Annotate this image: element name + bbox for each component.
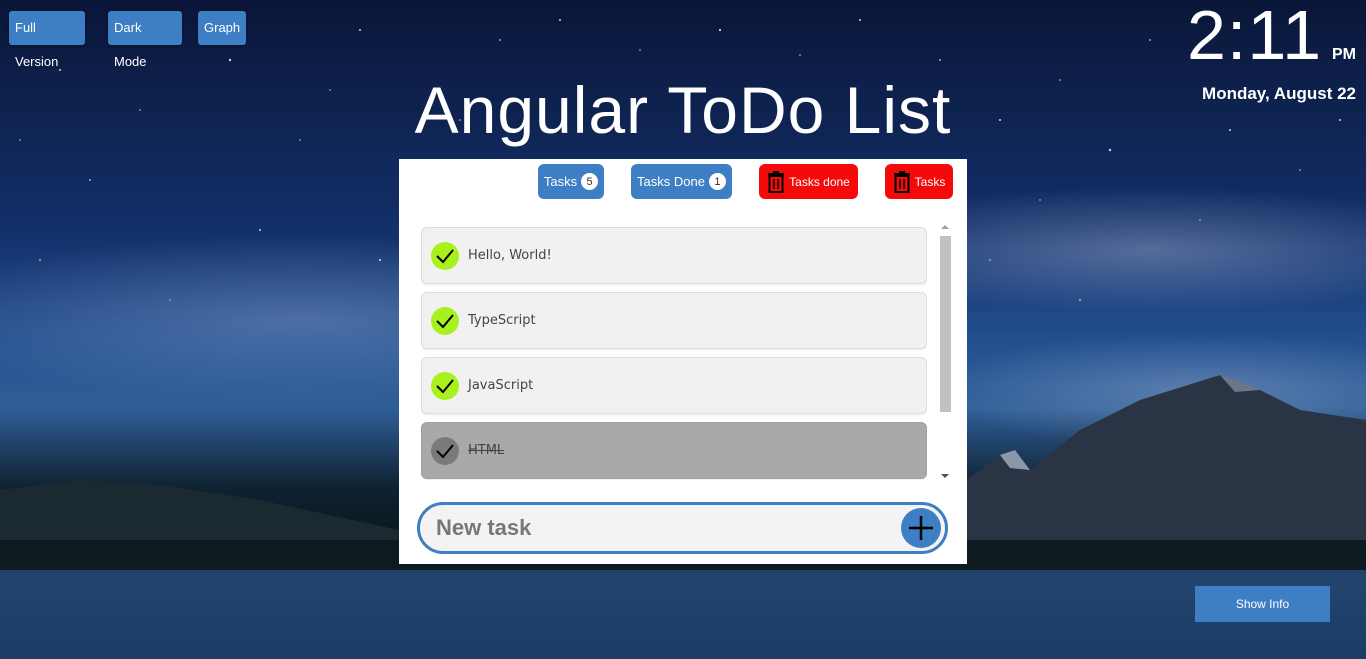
task-item-done[interactable]: HTML — [421, 422, 927, 479]
task-list: Hello, World! TypeScript JavaScript HTML — [421, 225, 927, 480]
scroll-down-arrow[interactable] — [941, 474, 949, 478]
scroll-up-arrow[interactable] — [941, 225, 949, 229]
task-item[interactable]: JavaScript — [421, 357, 927, 414]
task-text: HTML — [468, 443, 505, 458]
new-task-form — [417, 502, 948, 554]
show-info-button[interactable]: Show Info — [1195, 586, 1330, 622]
task-item[interactable]: TypeScript — [421, 292, 927, 349]
tasks-count-button[interactable]: Tasks 5 — [538, 164, 604, 199]
delete-done-tasks-button[interactable]: Tasks done — [759, 164, 858, 199]
plus-icon — [909, 516, 933, 540]
check-icon[interactable] — [431, 306, 459, 335]
page-title: Angular ToDo List — [414, 73, 952, 147]
task-text: JavaScript — [468, 378, 534, 393]
delete-all-tasks-button[interactable]: Tasks — [885, 164, 953, 199]
clock-time: 2:11 — [1186, 0, 1322, 74]
trash-icon — [893, 170, 910, 193]
trash-icon — [768, 170, 785, 193]
add-task-button[interactable] — [901, 508, 941, 548]
graph-button[interactable]: Graph — [198, 11, 246, 45]
tasks-count-badge: 5 — [581, 173, 599, 190]
check-icon[interactable] — [431, 241, 459, 270]
clock-ampm: PM — [1332, 46, 1356, 63]
tasks-done-badge: 1 — [708, 173, 726, 190]
todo-panel: Tasks 5 Tasks Done 1 Tasks done Tasks He… — [399, 159, 967, 564]
check-icon[interactable] — [431, 436, 459, 465]
tasks-done-label: Tasks Done — [637, 174, 705, 189]
delete-done-label: Tasks done — [789, 174, 850, 189]
task-text: TypeScript — [468, 313, 536, 328]
task-list-scrollbar[interactable] — [938, 225, 951, 478]
task-text: Hello, World! — [468, 248, 552, 263]
tasks-count-label: Tasks — [543, 174, 578, 189]
tasks-done-count-button[interactable]: Tasks Done 1 — [631, 164, 732, 199]
check-icon[interactable] — [431, 371, 459, 400]
task-item[interactable]: Hello, World! — [421, 227, 927, 284]
full-version-button[interactable]: Full Version — [9, 11, 85, 69]
delete-all-tasks-label: Tasks — [914, 174, 946, 189]
dark-mode-button[interactable]: Dark Mode — [108, 11, 182, 69]
new-task-input[interactable] — [436, 513, 876, 543]
scrollbar-thumb[interactable] — [940, 236, 951, 412]
